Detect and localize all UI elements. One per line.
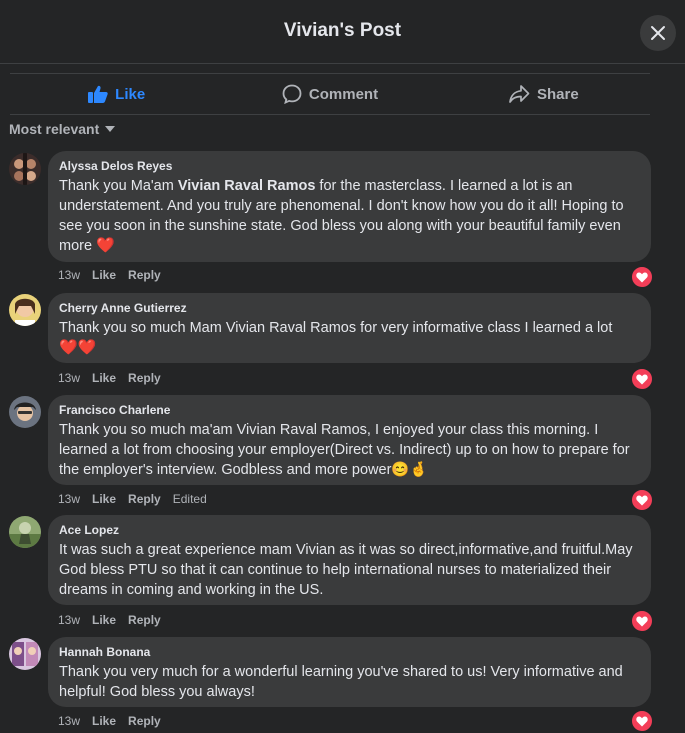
comment-author[interactable]: Hannah Bonana (59, 645, 639, 659)
comment-meta: 13w Like Reply Edited (58, 492, 207, 506)
avatar[interactable] (9, 153, 41, 185)
comment-like-button[interactable]: Like (92, 714, 116, 728)
love-reaction-icon[interactable] (630, 488, 654, 512)
comment-author[interactable]: Francisco Charlene (59, 403, 639, 417)
avatar[interactable] (9, 396, 41, 428)
like-button[interactable]: Like (10, 74, 223, 114)
page-title: Vivian's Post (283, 20, 402, 41)
comment-like-button[interactable]: Like (92, 492, 116, 506)
comment-like-button[interactable]: Like (92, 613, 116, 627)
comment-timestamp[interactable]: 13w (58, 492, 80, 506)
comment-author[interactable]: Ace Lopez (59, 523, 639, 537)
close-icon (651, 26, 665, 40)
love-reaction-icon[interactable] (630, 609, 654, 633)
comment-icon (282, 84, 302, 104)
comment-timestamp[interactable]: 13w (58, 714, 80, 728)
caret-down-icon (105, 126, 116, 132)
comment-text: Thank you so much ma'am Vivian Raval Ram… (59, 422, 630, 478)
love-reaction-icon[interactable] (630, 709, 654, 733)
comment-reply-button[interactable]: Reply (128, 613, 161, 627)
comment-author[interactable]: Alyssa Delos Reyes (59, 159, 639, 173)
sort-label: Most relevant (9, 121, 100, 137)
sort-dropdown[interactable]: Most relevant (9, 121, 116, 137)
comment-bubble: Cherry Anne Gutierrez Thank you so much … (48, 293, 651, 363)
love-reaction-icon[interactable] (630, 367, 654, 391)
comment-author[interactable]: Cherry Anne Gutierrez (59, 301, 639, 315)
comment-bubble: Alyssa Delos Reyes Thank you Ma'am Vivia… (48, 151, 651, 262)
love-reaction-icon[interactable] (630, 265, 654, 289)
thumbs-up-icon (88, 85, 108, 103)
post-header: Vivian's Post (0, 0, 685, 64)
heart-emoji: ❤️ (96, 237, 115, 254)
mention-link[interactable]: Vivian Raval Ramos (178, 178, 316, 194)
comment-text: Thank you so much Mam Vivian Raval Ramos… (59, 320, 613, 356)
comment-bubble: Francisco Charlene Thank you so much ma'… (48, 395, 651, 485)
comment-timestamp[interactable]: 13w (58, 268, 80, 282)
avatar[interactable] (9, 294, 41, 326)
comment-meta: 13w Like Reply (58, 714, 161, 728)
edited-label: Edited (172, 492, 207, 506)
share-button-label: Share (536, 85, 579, 103)
like-button-label: Like (115, 85, 146, 103)
emoji: 😊🤞 (391, 462, 428, 478)
comment-reply-button[interactable]: Reply (128, 492, 161, 506)
comment-reply-button[interactable]: Reply (128, 268, 161, 282)
share-icon (509, 85, 530, 103)
avatar[interactable] (9, 638, 41, 670)
comment-like-button[interactable]: Like (92, 371, 116, 385)
comment-text: Thank you Ma'am Vivian Raval Ramos for t… (59, 178, 624, 254)
heart-emoji: ❤️❤️ (59, 339, 97, 356)
comment-bubble: Hannah Bonana Thank you very much for a … (48, 637, 651, 707)
comment-timestamp[interactable]: 13w (58, 613, 80, 627)
comment-reply-button[interactable]: Reply (128, 714, 161, 728)
comment-meta: 13w Like Reply (58, 268, 161, 282)
comment-meta: 13w Like Reply (58, 371, 161, 385)
comment-meta: 13w Like Reply (58, 613, 161, 627)
comment-reply-button[interactable]: Reply (128, 371, 161, 385)
comment-like-button[interactable]: Like (92, 268, 116, 282)
post-actions-bar: Like Comment Share (10, 73, 650, 115)
close-button[interactable] (640, 15, 676, 51)
comment-text: It was such a great experience mam Vivia… (59, 542, 633, 598)
comment-button-label: Comment (308, 85, 379, 103)
avatar[interactable] (9, 516, 41, 548)
comment-bubble: Ace Lopez It was such a great experience… (48, 515, 651, 605)
comment-text: Thank you very much for a wonderful lear… (59, 664, 623, 700)
comment-timestamp[interactable]: 13w (58, 371, 80, 385)
share-button[interactable]: Share (437, 74, 650, 114)
comment-button[interactable]: Comment (223, 74, 436, 114)
